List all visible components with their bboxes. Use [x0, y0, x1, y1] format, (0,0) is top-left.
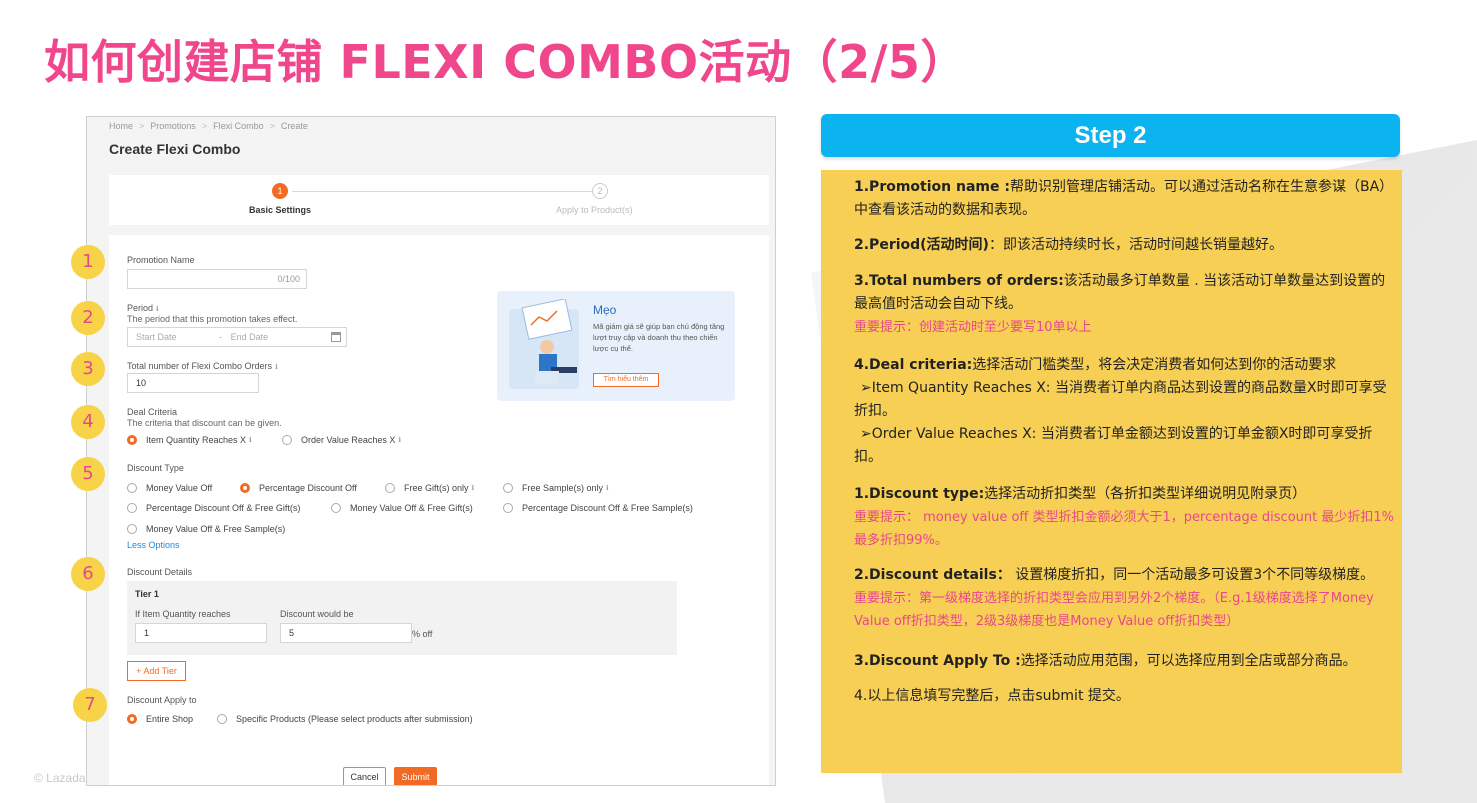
discount-value-label: Discount would be — [280, 609, 354, 619]
radio-selected-icon — [127, 714, 137, 724]
add-tier-button[interactable]: + Add Tier — [127, 661, 186, 681]
marker-4: 4 — [71, 405, 105, 439]
step-progress: 1 2 Basic Settings Apply to Product(s) — [109, 175, 769, 225]
radio-empty-icon — [127, 483, 137, 493]
step-header: Step 2 — [821, 114, 1400, 157]
discount-details-label: Discount Details — [127, 567, 193, 577]
breadcrumb-create: Create — [280, 121, 308, 131]
discount-percentage-free-gift-radio[interactable]: Percentage Discount Off & Free Gift(s) — [127, 503, 300, 513]
explanation-panel: 1.Promotion name :帮助识别管理店铺活动。可以通过活动名称在生意… — [821, 170, 1402, 773]
flexi-combo-screenshot: Home > Promotions > Flexi Combo > Create… — [86, 116, 776, 786]
breadcrumb-separator: > — [139, 121, 145, 131]
char-counter: 0/100 — [277, 274, 300, 284]
discount-money-free-sample-radio[interactable]: Money Value Off & Free Sample(s) — [127, 524, 285, 534]
period-date-range-picker[interactable]: Start Date - End Date — [127, 327, 347, 347]
date-separator: - — [219, 332, 223, 342]
marker-7: 7 — [73, 688, 107, 722]
marker-3: 3 — [71, 352, 105, 386]
discount-apply-label: Discount Apply to — [127, 695, 197, 705]
note-total-orders: 3.Total numbers of orders:该活动最多订单数量 . 当该… — [854, 273, 1386, 335]
period-label: Period ℹ — [127, 303, 159, 313]
info-icon: ℹ — [398, 437, 402, 444]
note-promotion-name: 1.Promotion name :帮助识别管理店铺活动。可以通过活动名称在生意… — [854, 179, 1394, 218]
breadcrumb-separator: > — [201, 121, 208, 131]
note-discount-type: 1.Discount type:选择活动折扣类型（各折扣类型详细说明见附录页）重… — [854, 486, 1394, 548]
breadcrumb-promotions[interactable]: Promotions — [150, 121, 196, 131]
radio-empty-icon — [282, 435, 292, 445]
start-date-placeholder: Start Date — [136, 332, 177, 342]
promotion-name-input[interactable]: 0/100 — [127, 269, 307, 289]
info-icon: ℹ — [275, 364, 278, 371]
page-title: Create Flexi Combo — [109, 141, 241, 157]
item-quantity-input[interactable]: 1 — [135, 623, 267, 643]
less-options-link[interactable]: Less Options — [127, 540, 180, 550]
breadcrumb: Home > Promotions > Flexi Combo > Create — [109, 121, 308, 131]
basic-settings-form: Promotion Name 0/100 Period ℹ The period … — [109, 235, 769, 785]
tier-1-box: Tier 1 If Item Quantity reaches 1 Discou… — [127, 581, 677, 655]
radio-empty-icon — [127, 503, 137, 513]
marker-2: 2 — [71, 301, 105, 335]
info-icon: ℹ — [471, 485, 475, 492]
note-submit: 4.以上信息填写完整后，点击submit 提交。 — [854, 688, 1130, 704]
radio-empty-icon — [217, 714, 227, 724]
tier-title: Tier 1 — [135, 589, 159, 599]
tip-text: Mã giảm giá sẽ giúp bạn chủ động tăng lư… — [593, 322, 725, 353]
footer-copyright: © Lazada — [34, 771, 86, 785]
radio-selected-icon — [127, 435, 137, 445]
note-discount-apply: 3.Discount Apply To :选择活动应用范围，可以选择应用到全店或… — [854, 653, 1357, 669]
note-deal-criteria: 4.Deal criteria:选择活动门槛类型，将会决定消费者如何达到你的活动… — [854, 357, 1387, 465]
tip-title: Mẹo — [593, 303, 617, 317]
calendar-icon — [331, 332, 341, 342]
info-icon: ℹ — [156, 306, 159, 313]
apply-specific-products-radio[interactable]: Specific Products (Please select product… — [217, 714, 473, 724]
tip-card: Mẹo Mã giảm giá sẽ giúp bạn chủ động tăn… — [497, 291, 735, 401]
breadcrumb-home[interactable]: Home — [109, 121, 133, 131]
discount-free-sample-radio[interactable]: Free Sample(s) only ℹ — [503, 483, 609, 493]
discount-percentage-free-sample-radio[interactable]: Percentage Discount Off & Free Sample(s) — [503, 503, 693, 513]
step-1-indicator: 1 — [272, 183, 288, 199]
slide-title: 如何创建店铺 FLEXI COMBO活动（2/5） — [44, 35, 967, 89]
note-period: 2.Period(活动时间)：即该活动持续时长，活动时间越长销量越好。 — [854, 237, 1283, 253]
breadcrumb-flexi-combo[interactable]: Flexi Combo — [213, 121, 264, 131]
radio-empty-icon — [331, 503, 341, 513]
discount-money-free-gift-radio[interactable]: Money Value Off & Free Gift(s) — [331, 503, 473, 513]
note-discount-details: 2.Discount details： 设置梯度折扣，同一个活动最多可设置3个不… — [854, 567, 1375, 629]
total-orders-label: Total number of Flexi Combo Orders ℹ — [127, 361, 278, 371]
marker-6: 6 — [71, 557, 105, 591]
step-connector — [292, 191, 597, 192]
percent-off-unit: % off — [412, 629, 433, 639]
learn-more-button[interactable]: Tìm hiểu thêm — [593, 373, 659, 387]
tip-illustration-icon — [509, 299, 579, 389]
promotion-name-label: Promotion Name — [127, 255, 195, 265]
cancel-button[interactable]: Cancel — [343, 767, 386, 785]
radio-empty-icon — [127, 524, 137, 534]
step-2-label: Apply to Product(s) — [556, 205, 633, 215]
discount-value-input[interactable]: 5 — [280, 623, 412, 643]
submit-button[interactable]: Submit — [394, 767, 437, 785]
radio-selected-icon — [240, 483, 250, 493]
breadcrumb-separator: > — [269, 121, 275, 131]
info-icon: ℹ — [249, 437, 252, 444]
radio-empty-icon — [385, 483, 395, 493]
step-2-indicator: 2 — [592, 183, 608, 199]
discount-free-gift-radio[interactable]: Free Gift(s) only ℹ — [385, 483, 474, 493]
discount-percentage-off-radio[interactable]: Percentage Discount Off — [240, 483, 357, 493]
deal-item-quantity-radio[interactable]: Item Quantity Reaches Xℹ — [127, 435, 252, 445]
discount-money-value-off-radio[interactable]: Money Value Off — [127, 483, 212, 493]
radio-empty-icon — [503, 503, 513, 513]
deal-criteria-label: Deal Criteria — [127, 407, 178, 417]
deal-criteria-description: The criteria that discount can be given. — [127, 418, 282, 428]
radio-empty-icon — [503, 483, 513, 493]
end-date-placeholder: End Date — [230, 332, 269, 342]
apply-entire-shop-radio[interactable]: Entire Shop — [127, 714, 193, 724]
marker-5: 5 — [71, 457, 105, 491]
period-description: The period that this promotion takes eff… — [127, 314, 298, 324]
marker-1: 1 — [71, 245, 105, 279]
total-orders-input[interactable]: 10 — [127, 373, 259, 393]
item-quantity-label: If Item Quantity reaches — [135, 609, 231, 619]
deal-order-value-radio[interactable]: Order Value Reaches Xℹ — [282, 435, 401, 445]
discount-type-label: Discount Type — [127, 463, 184, 473]
step-1-label: Basic Settings — [249, 205, 312, 215]
info-icon: ℹ — [606, 485, 609, 492]
